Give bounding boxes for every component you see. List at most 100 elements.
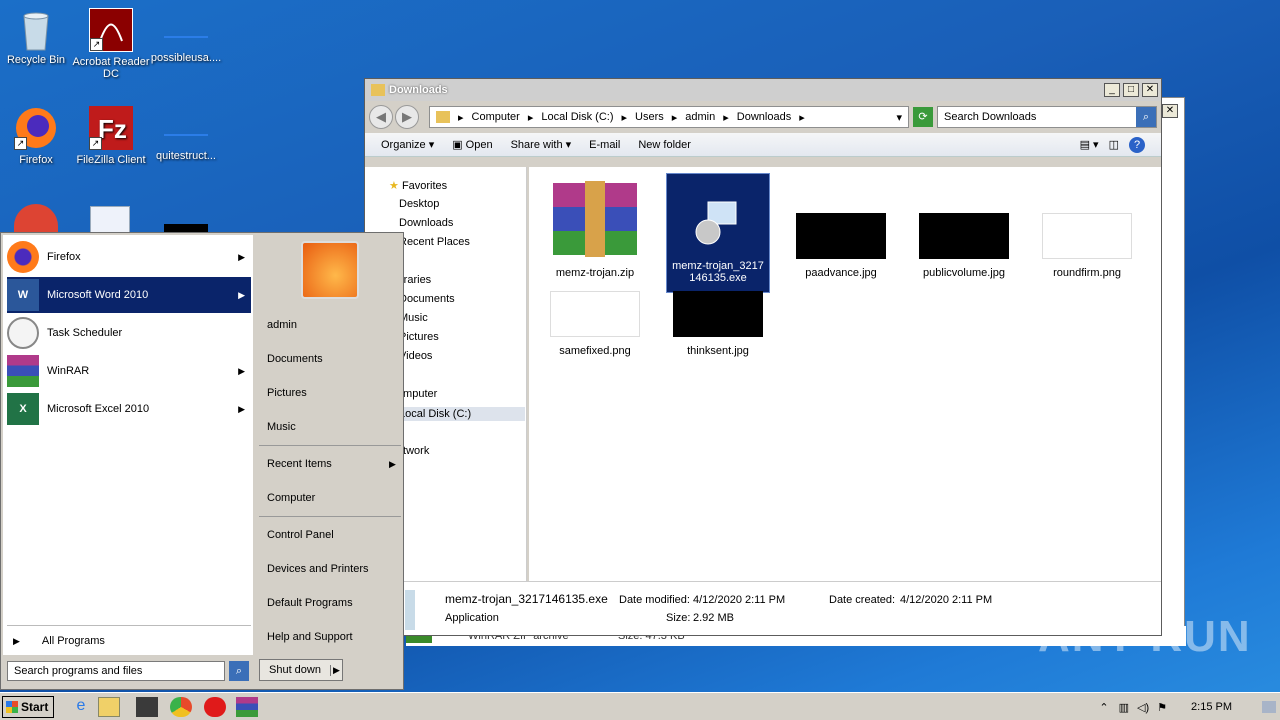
media-player-icon[interactable] (136, 697, 158, 717)
volume-icon[interactable]: ◁) (1137, 701, 1149, 714)
breadcrumb-downloads[interactable]: Downloads (737, 111, 791, 123)
desktop-icon-firefox[interactable]: ↗ Firefox (0, 106, 76, 166)
word-document-icon[interactable] (90, 206, 130, 234)
file-item[interactable]: memz-trojan.zip (543, 177, 647, 279)
search-icon[interactable]: ⌕ (229, 661, 249, 681)
chrome-icon[interactable] (14, 204, 58, 234)
start-item-task-scheduler[interactable]: Task Scheduler (7, 315, 251, 351)
nav-pictures[interactable]: Pictures (399, 331, 439, 343)
breadcrumb-arrow-icon[interactable]: ▸ (621, 111, 627, 124)
preview-pane-icon[interactable]: ◫ (1109, 138, 1119, 151)
explorer-window[interactable]: Downloads _ □ ✕ ◀ ▶ ▸ Computer ▸ Local D… (364, 78, 1162, 636)
new-folder-button[interactable]: New folder (638, 139, 691, 151)
email-button[interactable]: E-mail (589, 139, 620, 151)
file-item[interactable]: roundfirm.png (1035, 177, 1139, 279)
show-desktop-button[interactable] (1262, 701, 1276, 713)
chrome-icon[interactable] (170, 697, 192, 717)
start-button[interactable]: Start (2, 696, 54, 718)
start-right-pictures[interactable]: Pictures (267, 387, 307, 399)
blank-file-icon[interactable] (164, 224, 208, 232)
network-icon[interactable]: ▥ (1119, 701, 1129, 714)
image-thumbnail (796, 213, 886, 259)
address-bar[interactable]: ▸ Computer ▸ Local Disk (C:) ▸ Users ▸ a… (429, 106, 909, 128)
file-item[interactable]: thinksent.jpg (666, 291, 770, 357)
file-item[interactable]: paadvance.jpg (789, 177, 893, 279)
start-right-recent-items[interactable]: Recent Items (267, 458, 332, 470)
details-date-created-label: Date created: (829, 594, 896, 606)
breadcrumb-users[interactable]: Users (635, 111, 664, 123)
shutdown-button[interactable]: Shut down ▶ (259, 659, 343, 681)
nav-local-disk[interactable]: Local Disk (C:) (399, 407, 525, 421)
breadcrumb-arrow-icon[interactable]: ▸ (799, 111, 805, 124)
start-item-excel[interactable]: X Microsoft Excel 2010 ▶ (7, 391, 251, 427)
file-item[interactable]: samefixed.png (543, 291, 647, 357)
arrow-right-icon: ▶ (13, 635, 20, 646)
blank-file-icon (164, 122, 208, 136)
start-right-computer[interactable]: Computer (267, 492, 315, 504)
start-item-winrar[interactable]: WinRAR ▶ (7, 353, 251, 389)
maximize-button[interactable]: □ (1123, 83, 1139, 97)
desktop-icon-recycle-bin[interactable]: Recycle Bin (0, 6, 76, 66)
open-button[interactable]: ▣ Open (452, 138, 492, 151)
show-hidden-icons[interactable]: ⌃ (1099, 701, 1108, 714)
internet-explorer-icon[interactable]: e (70, 697, 92, 717)
desktop-icon-acrobat[interactable]: ↗ Acrobat Reader DC (71, 8, 151, 80)
winrar-archive-icon (549, 177, 641, 259)
help-icon[interactable]: ? (1129, 136, 1145, 153)
nav-recent-places[interactable]: Recent Places (399, 236, 470, 248)
search-input[interactable]: Search Downloads ⌕ (937, 106, 1157, 128)
nav-documents[interactable]: Documents (399, 293, 455, 305)
file-item-selected[interactable]: memz-trojan_3217146135.exe (666, 173, 770, 293)
refresh-button[interactable]: ⟳ (913, 107, 933, 127)
forward-button[interactable]: ▶ (395, 105, 419, 129)
address-dropdown-icon[interactable]: ▾ (896, 111, 902, 124)
start-right-admin[interactable]: admin (267, 319, 297, 331)
divider (7, 625, 251, 626)
action-center-icon[interactable]: ⚑ (1157, 701, 1167, 714)
nav-videos[interactable]: Videos (399, 350, 432, 362)
clock[interactable]: 2:15 PM (1191, 701, 1232, 713)
start-right-default-programs[interactable]: Default Programs (267, 597, 353, 609)
shutdown-options-icon[interactable]: ▶ (330, 664, 342, 676)
share-with-button[interactable]: Share with ▾ (511, 138, 572, 151)
folder-icon (436, 111, 450, 123)
user-avatar[interactable] (301, 241, 359, 299)
desktop-icon-possibleusa[interactable]: possibleusa.... (146, 8, 226, 64)
breadcrumb-arrow-icon[interactable]: ▸ (723, 111, 729, 124)
nav-desktop[interactable]: Desktop (399, 198, 439, 210)
close-button[interactable]: ✕ (1142, 83, 1158, 97)
close-icon[interactable]: ✕ (1162, 104, 1178, 118)
explorer-taskbar-icon[interactable] (98, 697, 120, 717)
view-options-icon[interactable]: ▤ ▾ (1080, 138, 1099, 151)
minimize-button[interactable]: _ (1104, 83, 1120, 97)
search-icon[interactable]: ⌕ (1136, 107, 1156, 127)
breadcrumb-admin[interactable]: admin (685, 111, 715, 123)
breadcrumb-arrow-icon[interactable]: ▸ (672, 111, 678, 124)
details-date-modified: 4/12/2020 2:11 PM (693, 594, 786, 606)
start-right-documents[interactable]: Documents (267, 353, 323, 365)
breadcrumb-arrow-icon[interactable]: ▸ (458, 111, 464, 124)
winrar-icon[interactable] (236, 697, 258, 717)
breadcrumb-arrow-icon[interactable]: ▸ (528, 111, 534, 124)
file-item[interactable]: publicvolume.jpg (912, 177, 1016, 279)
breadcrumb-local-disk[interactable]: Local Disk (C:) (541, 111, 613, 123)
start-item-word[interactable]: W Microsoft Word 2010 ▶ (7, 277, 251, 313)
start-right-music[interactable]: Music (267, 421, 296, 433)
all-programs-button[interactable]: ▶ All Programs (13, 635, 105, 647)
start-item-firefox[interactable]: Firefox ▶ (7, 239, 251, 275)
organize-button[interactable]: Organize ▾ (381, 138, 434, 151)
start-right-control-panel[interactable]: Control Panel (267, 529, 334, 541)
opera-icon[interactable] (204, 697, 226, 717)
start-right-help-support[interactable]: Help and Support (267, 631, 353, 643)
back-button[interactable]: ◀ (369, 105, 393, 129)
desktop-icon-filezilla[interactable]: Fz ↗ FileZilla Client (71, 106, 151, 166)
desktop-icon-quitestruct[interactable]: quitestruct... (146, 106, 226, 162)
nav-favorites[interactable]: ★ Favorites (389, 179, 447, 192)
title-bar[interactable]: Downloads _ □ ✕ (365, 79, 1161, 101)
details-type: Application (445, 612, 499, 624)
start-search-input[interactable]: Search programs and files (7, 661, 225, 681)
start-right-devices-printers[interactable]: Devices and Printers (267, 563, 369, 575)
breadcrumb-computer[interactable]: Computer (472, 111, 520, 123)
file-name: publicvolume.jpg (923, 267, 1005, 279)
nav-downloads[interactable]: Downloads (399, 217, 453, 229)
